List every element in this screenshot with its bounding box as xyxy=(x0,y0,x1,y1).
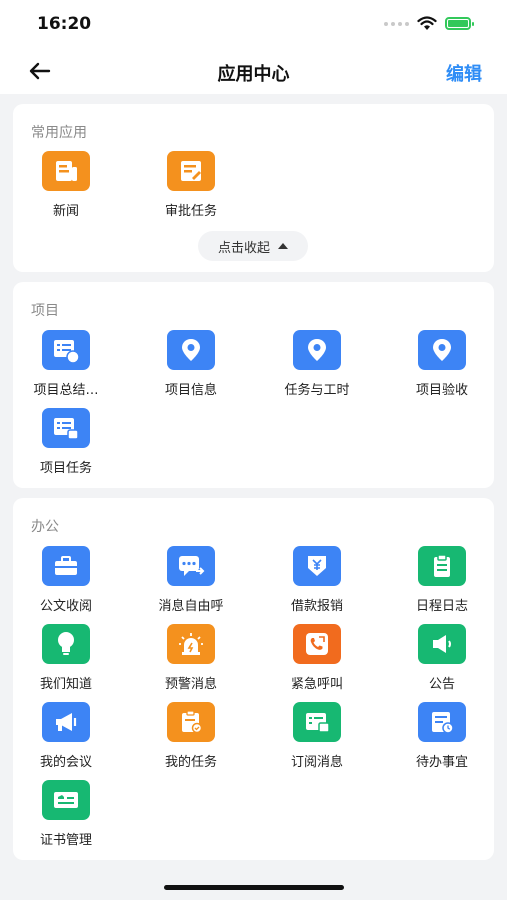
app-document-review[interactable]: 公文收阅 xyxy=(11,546,121,614)
message-forward-icon xyxy=(167,546,215,586)
lightbulb-icon xyxy=(42,624,90,664)
common-apps-card: 常用应用 新闻 审批任务 点击收起 xyxy=(13,104,494,272)
app-label: 日程日志 xyxy=(415,599,468,614)
app-news[interactable]: 新闻 xyxy=(11,151,121,219)
project-summary-icon xyxy=(42,330,90,370)
edit-button[interactable]: 编辑 xyxy=(446,60,482,86)
app-label: 预警消息 xyxy=(164,677,217,692)
collapse-label: 点击收起 xyxy=(217,240,270,256)
app-label: 任务与工时 xyxy=(284,383,350,398)
app-we-know[interactable]: 我们知道 xyxy=(11,624,121,692)
app-emergency-call[interactable]: 紧急呼叫 xyxy=(262,624,372,692)
office-card: 办公 公文收阅 消息自由呼 借款报销 日程日志 我们知道 预警消息 紧急呼叫 公… xyxy=(13,498,494,860)
section-title-project: 项目 xyxy=(31,303,59,319)
app-project-info[interactable]: 项目信息 xyxy=(136,330,246,398)
app-message-call[interactable]: 消息自由呼 xyxy=(136,546,246,614)
app-project-task[interactable]: 项目任务 xyxy=(11,408,121,476)
page-title: 应用中心 xyxy=(217,64,290,85)
app-approval-task[interactable]: 审批任务 xyxy=(136,151,246,219)
app-subscribe-message[interactable]: 订阅消息 xyxy=(262,702,372,770)
approval-task-icon xyxy=(167,151,215,191)
app-schedule-log[interactable]: 日程日志 xyxy=(387,546,497,614)
battery-charging-icon xyxy=(445,17,474,30)
app-label: 项目任务 xyxy=(39,461,92,476)
app-task-hours[interactable]: 任务与工时 xyxy=(262,330,372,398)
app-announcement[interactable]: 公告 xyxy=(387,624,497,692)
home-indicator xyxy=(164,885,344,890)
status-icons xyxy=(384,16,474,31)
app-loan-reimburse[interactable]: 借款报销 xyxy=(262,546,372,614)
yuan-icon xyxy=(293,546,341,586)
nav-bar: 应用中心 编辑 xyxy=(0,50,507,94)
app-label: 我的任务 xyxy=(164,755,217,770)
project-card: 项目 项目总结… 项目信息 任务与工时 项目验收 项目任务 xyxy=(13,282,494,488)
section-title-office: 办公 xyxy=(31,519,59,535)
news-icon xyxy=(42,151,90,191)
app-label: 待办事宜 xyxy=(415,755,468,770)
briefcase-icon xyxy=(42,546,90,586)
cellular-signal-icon xyxy=(384,21,409,26)
collapse-button[interactable]: 点击收起 xyxy=(198,231,308,261)
alarm-icon xyxy=(167,624,215,664)
app-label: 紧急呼叫 xyxy=(290,677,343,692)
app-certificate[interactable]: 证书管理 xyxy=(11,780,121,848)
app-my-meeting[interactable]: 我的会议 xyxy=(11,702,121,770)
megaphone-icon xyxy=(42,702,90,742)
app-label: 审批任务 xyxy=(164,204,217,219)
caret-up-icon xyxy=(278,243,288,249)
location-pin-icon xyxy=(293,330,341,370)
task-check-icon xyxy=(167,702,215,742)
todo-icon xyxy=(418,702,466,742)
app-label: 我们知道 xyxy=(39,677,92,692)
app-label: 项目验收 xyxy=(415,383,468,398)
phone-icon xyxy=(293,624,341,664)
section-title-common: 常用应用 xyxy=(31,125,87,141)
app-label: 项目信息 xyxy=(164,383,217,398)
app-label: 公文收阅 xyxy=(39,599,92,614)
clipboard-icon xyxy=(418,546,466,586)
app-label: 我的会议 xyxy=(39,755,92,770)
app-label: 公告 xyxy=(428,677,455,692)
app-label: 消息自由呼 xyxy=(158,599,224,614)
subscribe-icon xyxy=(293,702,341,742)
app-label: 项目总结… xyxy=(33,383,99,398)
location-pin-icon xyxy=(418,330,466,370)
status-bar: 16:20 xyxy=(0,0,507,50)
app-label: 借款报销 xyxy=(290,599,343,614)
app-label: 证书管理 xyxy=(39,833,92,848)
app-label: 订阅消息 xyxy=(290,755,343,770)
app-my-task[interactable]: 我的任务 xyxy=(136,702,246,770)
location-pin-icon xyxy=(167,330,215,370)
app-todo[interactable]: 待办事宜 xyxy=(387,702,497,770)
app-warning-message[interactable]: 预警消息 xyxy=(136,624,246,692)
wifi-icon xyxy=(417,16,437,30)
app-project-acceptance[interactable]: 项目验收 xyxy=(387,330,497,398)
app-project-summary[interactable]: 项目总结… xyxy=(11,330,121,398)
speaker-icon xyxy=(418,624,466,664)
status-time: 16:20 xyxy=(37,14,92,34)
project-task-icon xyxy=(42,408,90,448)
certificate-icon xyxy=(42,780,90,820)
app-label: 新闻 xyxy=(52,204,79,219)
